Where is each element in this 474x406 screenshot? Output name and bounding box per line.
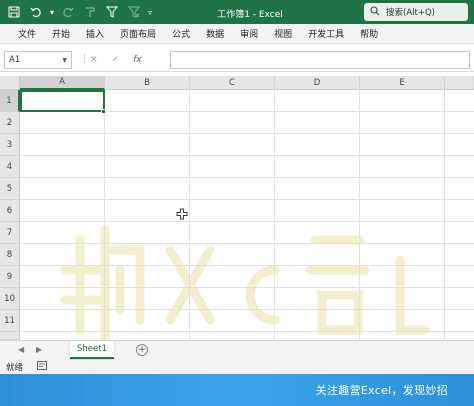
menu-view[interactable]: 视图 xyxy=(266,27,300,40)
menu-review[interactable]: 审阅 xyxy=(232,27,266,40)
enter-icon[interactable]: ✓ xyxy=(112,55,120,65)
menu-bar: 文件 开始 插入 页面布局 公式 数据 审阅 视图 开发工具 帮助 xyxy=(0,24,474,44)
grid-line xyxy=(444,90,445,340)
undo-dropdown-icon[interactable]: ▾ xyxy=(50,8,54,17)
grid-line xyxy=(189,90,190,340)
grid-line xyxy=(359,90,360,340)
grid-line xyxy=(20,331,474,332)
title-bar: ▾ ▿ 工作簿1 - Excel 搜索(Alt+Q) xyxy=(0,0,474,24)
grid-line xyxy=(20,177,474,178)
chevron-left-icon[interactable]: ◀ xyxy=(18,345,24,354)
clear-filter-icon[interactable] xyxy=(126,4,142,20)
quick-access-toolbar: ▾ ▿ xyxy=(0,0,152,24)
chevron-right-icon[interactable]: ▶ xyxy=(36,345,42,354)
banner-text: 关注趣营Excel，发现妙招 xyxy=(315,384,448,397)
grid-line xyxy=(104,90,105,340)
search-icon xyxy=(370,5,380,19)
grid-line xyxy=(274,90,275,340)
grid-line xyxy=(20,243,474,244)
grid-line xyxy=(20,155,474,156)
formula-input[interactable] xyxy=(170,51,470,69)
grid-line xyxy=(20,133,474,134)
add-sheet-icon[interactable]: + xyxy=(136,344,148,356)
accessibility-icon[interactable] xyxy=(37,361,47,373)
row-header-3[interactable]: 3 xyxy=(0,134,20,156)
row-header-12[interactable] xyxy=(0,332,20,340)
formula-bar: A1 ▼ ⋮ ✕ ✓ fx xyxy=(0,48,474,72)
cancel-icon[interactable]: ✕ xyxy=(90,55,98,65)
menu-insert[interactable]: 插入 xyxy=(78,27,112,40)
name-box[interactable]: A1 ▼ xyxy=(4,51,72,69)
menu-formulas[interactable]: 公式 xyxy=(164,27,198,40)
search-label: 搜索(Alt+Q) xyxy=(386,8,435,18)
column-header-b[interactable]: B xyxy=(105,76,190,90)
sheet-tab-sheet1[interactable]: Sheet1 xyxy=(70,341,114,359)
grid-line xyxy=(20,221,474,222)
fill-handle[interactable] xyxy=(101,109,106,114)
promo-banner: 关注趣营Excel，发现妙招 xyxy=(0,374,474,406)
customize-icon[interactable]: ▿ xyxy=(148,8,152,17)
sheet-tab-bar: ◀ ▶ Sheet1 + xyxy=(0,340,474,360)
row-header-9[interactable]: 9 xyxy=(0,266,20,288)
cell-cursor-icon xyxy=(176,208,188,220)
column-header-d[interactable]: D xyxy=(275,76,360,90)
column-header-c[interactable]: C xyxy=(190,76,275,90)
row-header-1[interactable]: 1 xyxy=(0,90,20,112)
search-box[interactable]: 搜索(Alt+Q) xyxy=(364,3,468,21)
filter-icon[interactable] xyxy=(104,4,120,20)
grid-line xyxy=(20,199,474,200)
menu-developer[interactable]: 开发工具 xyxy=(300,27,352,40)
window-title: 工作簿1 - Excel xyxy=(217,10,283,20)
row-header-2[interactable]: 2 xyxy=(0,112,20,134)
formula-separator-icon: ⋮ xyxy=(80,54,89,64)
menu-page-layout[interactable]: 页面布局 xyxy=(112,27,164,40)
menu-file[interactable]: 文件 xyxy=(10,27,44,40)
save-icon[interactable] xyxy=(6,4,22,20)
column-header-e[interactable]: E xyxy=(360,76,445,90)
menu-help[interactable]: 帮助 xyxy=(352,27,386,40)
grid-line xyxy=(20,287,474,288)
undo-icon[interactable] xyxy=(28,4,44,20)
row-header-5[interactable]: 5 xyxy=(0,178,20,200)
format-painter-icon[interactable] xyxy=(82,4,98,20)
status-text: 就绪 xyxy=(6,363,24,373)
row-header-7[interactable]: 7 xyxy=(0,222,20,244)
formula-actions: ✕ ✓ fx xyxy=(90,51,142,69)
row-header-6[interactable]: 6 xyxy=(0,200,20,222)
row-header-8[interactable]: 8 xyxy=(0,244,20,266)
row-header-4[interactable]: 4 xyxy=(0,156,20,178)
name-box-value: A1 xyxy=(9,55,21,65)
grid-line xyxy=(20,309,474,310)
row-header-10[interactable]: 10 xyxy=(0,288,20,310)
worksheet-grid[interactable]: A B C D E 1 2 3 4 5 6 7 8 9 10 11 xyxy=(0,76,474,340)
select-all-corner[interactable] xyxy=(0,76,20,90)
menu-home[interactable]: 开始 xyxy=(44,27,78,40)
status-bar: 就绪 xyxy=(0,360,474,374)
menu-data[interactable]: 数据 xyxy=(198,27,232,40)
insert-function-icon[interactable]: fx xyxy=(133,55,142,65)
redo-icon[interactable] xyxy=(60,4,76,20)
chevron-down-icon[interactable]: ▼ xyxy=(62,57,67,64)
column-header-a[interactable]: A xyxy=(20,76,105,90)
row-header-11[interactable]: 11 xyxy=(0,310,20,332)
column-header-f[interactable] xyxy=(445,76,474,90)
grid-line xyxy=(20,265,474,266)
active-cell-a1[interactable] xyxy=(20,90,105,112)
